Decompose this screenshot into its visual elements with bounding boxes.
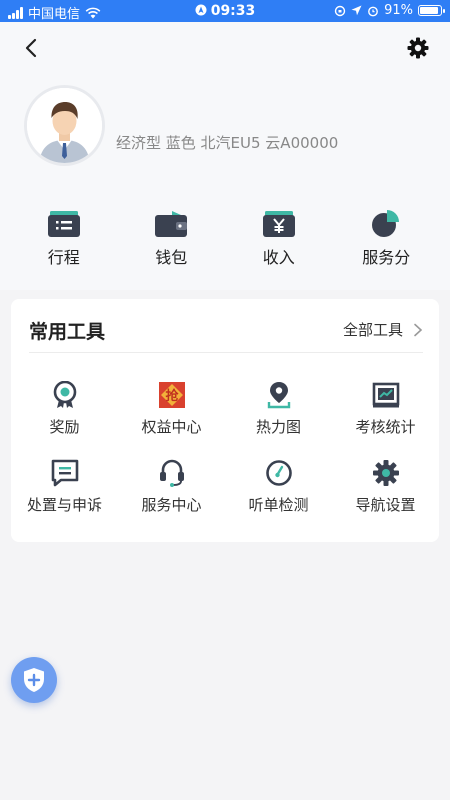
location-arrow-icon [351, 5, 362, 16]
tool-label: 导航设置 [355, 496, 416, 514]
vehicle-info: 经济型 蓝色 北汽EU5 云A00000 [116, 134, 339, 152]
tool-label: 考核统计 [355, 418, 416, 436]
tool-service-center[interactable]: 服务中心 [118, 459, 225, 515]
tools-grid: 奖励 抢 权益中心 热力图 考核统计 处置与申诉 服务中心 听单检测 导航设置 [11, 381, 439, 515]
service-score-label: 服务分 [362, 248, 411, 267]
service-score-icon [372, 210, 400, 237]
quick-actions: 行程 钱包 收入 服务分 [10, 208, 440, 268]
chevron-right-icon [414, 323, 423, 336]
itinerary-label: 行程 [47, 248, 80, 267]
tool-label: 奖励 [49, 418, 80, 436]
tool-label: 听单检测 [248, 496, 309, 514]
clock-label: 09:33 [210, 3, 256, 19]
alarm-icon [368, 6, 378, 16]
wallet-icon [155, 211, 188, 237]
reward-medal-icon [53, 381, 76, 408]
navigation-app-icon [195, 4, 207, 16]
tool-navigation-settings[interactable]: 导航设置 [332, 459, 439, 515]
service-score-button[interactable]: 服务分 [333, 208, 441, 268]
navigation-settings-icon [372, 460, 399, 486]
battery-percent: 91% [384, 3, 413, 18]
wallet-label: 钱包 [155, 248, 188, 267]
profile-header: 经济型 蓝色 北汽EU5 云A00000 行程 钱包 收入 服务分 [0, 22, 450, 290]
heatmap-location-icon [267, 382, 290, 409]
driver-portrait-icon [27, 88, 102, 163]
status-bar: 中国电信 09:33 91% [0, 0, 450, 22]
svg-text:抢: 抢 [165, 388, 179, 404]
shield-plus-icon [24, 668, 44, 692]
tool-benefits-center[interactable]: 抢 权益中心 [118, 381, 225, 437]
tool-appeal[interactable]: 处置与申诉 [11, 459, 118, 515]
safety-center-button[interactable] [11, 657, 57, 703]
all-tools-label: 全部工具 [342, 321, 403, 339]
tool-label: 处置与申诉 [26, 496, 102, 514]
income-button[interactable]: 收入 [225, 208, 333, 268]
income-icon [262, 211, 295, 237]
battery-icon [418, 5, 445, 16]
tool-assessment-stats[interactable]: 考核统计 [332, 381, 439, 437]
income-label: 收入 [262, 248, 295, 267]
avatar[interactable] [27, 88, 102, 163]
tool-reward[interactable]: 奖励 [11, 381, 118, 437]
appeal-message-icon [51, 459, 78, 487]
wallet-button[interactable]: 钱包 [118, 208, 226, 268]
tool-label: 服务中心 [141, 496, 202, 514]
settings-button[interactable] [406, 36, 430, 60]
tool-label: 热力图 [255, 418, 301, 436]
gear-icon [407, 37, 429, 59]
benefits-grab-icon: 抢 [158, 382, 185, 408]
chevron-left-icon [25, 38, 37, 58]
headset-icon [159, 459, 184, 487]
statistics-chart-icon [372, 382, 399, 408]
itinerary-icon [47, 211, 80, 237]
orientation-lock-icon [334, 5, 346, 16]
back-button[interactable] [20, 36, 44, 60]
common-tools-title: 常用工具 [29, 321, 106, 343]
all-tools-link[interactable]: 全部工具 [343, 319, 423, 340]
order-check-gauge-icon [265, 460, 292, 486]
tool-heatmap[interactable]: 热力图 [225, 381, 332, 437]
tool-order-check[interactable]: 听单检测 [225, 459, 332, 515]
divider [29, 352, 423, 353]
common-tools-card: 常用工具 全部工具 奖励 抢 权益中心 热力图 考核统计 处置与申诉 服务中心 [11, 299, 439, 542]
tool-label: 权益中心 [141, 418, 202, 436]
itinerary-button[interactable]: 行程 [10, 208, 118, 268]
